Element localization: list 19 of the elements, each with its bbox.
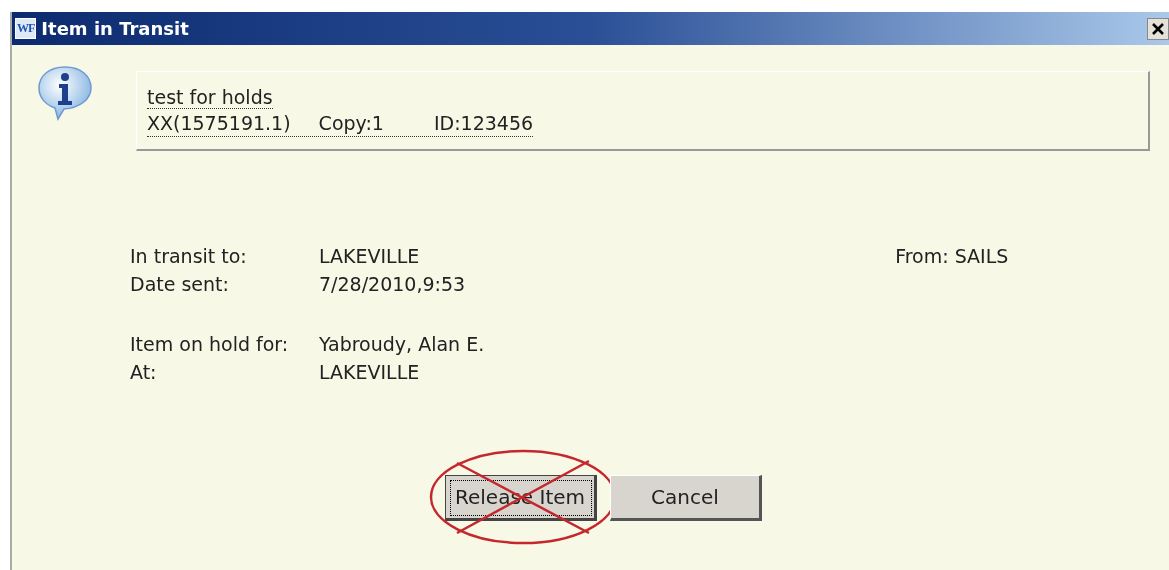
close-icon — [1151, 21, 1165, 36]
close-button[interactable] — [1147, 17, 1169, 40]
field-label: Date sent: — [130, 273, 230, 295]
field-value: LAKEVILLE — [319, 245, 420, 267]
field-label: Item on hold for: — [130, 333, 290, 355]
window-title: Item in Transit — [41, 18, 190, 39]
copy-number: Copy:1 — [318, 111, 384, 136]
field-label: In transit to: — [130, 245, 248, 267]
item-title: test for holds — [147, 86, 273, 109]
info-icon — [36, 65, 94, 121]
call-number: XX(1575191.1) — [147, 111, 291, 136]
field-value: LAKEVILLE — [319, 361, 420, 383]
from-location: From: SAILS — [895, 245, 1009, 269]
field-value: Yabroudy, Alan E. — [319, 333, 485, 355]
item-id: ID:123456 — [433, 111, 534, 136]
app-icon: WF — [15, 18, 37, 39]
field-label: At: — [130, 361, 158, 383]
cancel-button[interactable]: Cancel — [610, 475, 762, 521]
field-value: 7/28/2010,9:53 — [319, 273, 466, 295]
